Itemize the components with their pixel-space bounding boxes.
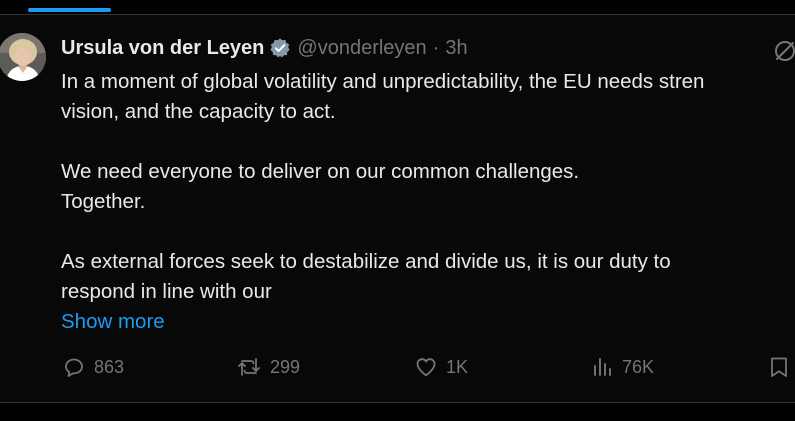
like-count: 1K	[446, 356, 469, 377]
reply-icon	[65, 358, 83, 377]
divider	[0, 402, 795, 403]
tweet-text-line: respond in line with our	[61, 280, 272, 303]
tweet-text-line: As external forces seek to destabilize a…	[61, 250, 671, 273]
display-name[interactable]: Ursula von der Leyen	[61, 37, 264, 60]
tweet-text-line: vision, and the capacity to act.	[61, 100, 336, 123]
tweet-text: In a moment of global volatility and unp…	[61, 67, 795, 337]
show-more-link[interactable]: Show more	[61, 310, 165, 333]
reply-count: 863	[94, 356, 125, 377]
active-tab-indicator	[28, 8, 111, 12]
bookmark-button[interactable]	[768, 355, 790, 379]
user-handle[interactable]: @vonderleyen	[297, 37, 426, 60]
retweet-icon	[238, 358, 260, 376]
verified-badge-icon[interactable]	[269, 37, 291, 59]
tweet-header: Ursula von der Leyen @vonderleyen · 3h	[61, 35, 468, 61]
tweet-text-line: In a moment of global volatility and unp…	[61, 70, 705, 93]
tweet-text-line: Together.	[61, 190, 146, 213]
like-button[interactable]: 1K	[414, 355, 468, 379]
views-button[interactable]: 76K	[592, 355, 654, 379]
tweet-text-line: We need everyone to deliver on our commo…	[61, 160, 580, 183]
retweet-count: 299	[270, 356, 301, 377]
avatar[interactable]	[0, 33, 46, 81]
retweet-button[interactable]: 299	[236, 355, 300, 379]
separator-dot: ·	[432, 36, 440, 59]
tweet-actions: 863 299 1K 76K	[0, 355, 795, 383]
avatar-image	[0, 33, 46, 81]
views-count: 76K	[622, 356, 655, 377]
reply-button[interactable]: 863	[62, 355, 124, 379]
tweet-card[interactable]: Ursula von der Leyen @vonderleyen · 3h I…	[0, 15, 795, 402]
views-icon	[594, 358, 611, 376]
bookmark-icon	[771, 357, 787, 377]
heart-icon	[416, 358, 436, 377]
grok-icon[interactable]	[773, 39, 795, 63]
timestamp[interactable]: 3h	[445, 37, 467, 60]
